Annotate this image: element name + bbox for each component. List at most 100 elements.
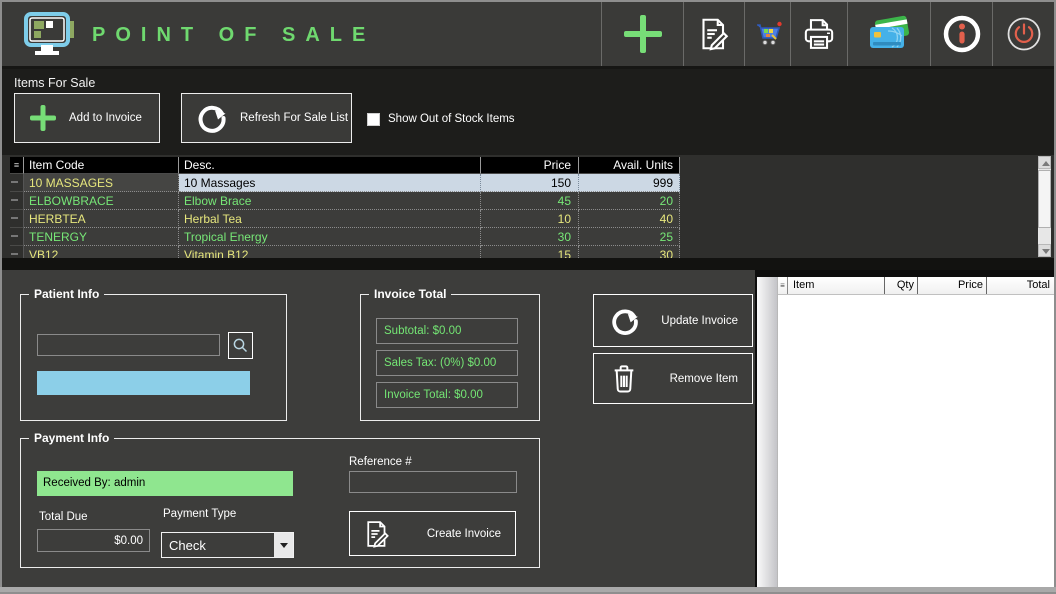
table-row[interactable]: HERBTEA Herbal Tea 10 40	[10, 210, 694, 228]
cell-price: 45	[481, 192, 579, 210]
cell-desc: Elbow Brace	[179, 192, 481, 210]
cell-price: 30	[481, 228, 579, 246]
printer-icon	[800, 15, 838, 53]
refresh-for-sale-list-button[interactable]: Refresh For Sale List	[181, 93, 352, 143]
header-bar: POINT OF SALE	[2, 2, 1054, 66]
cell-desc: Tropical Energy	[179, 228, 481, 246]
scroll-down-arrow-icon[interactable]	[1038, 244, 1051, 257]
items-for-sale-label: Items For Sale	[14, 76, 95, 90]
cell-units: 30	[579, 246, 680, 258]
cell-item-code: TENERGY	[24, 228, 179, 246]
pos-monitor-logo-icon	[24, 12, 76, 58]
col-header-price[interactable]: Price	[918, 277, 987, 294]
info-button[interactable]	[930, 2, 992, 66]
invoice-items-header: ≡ Item Qty Price Total	[778, 277, 1054, 295]
show-out-of-stock-label: Show Out of Stock Items	[388, 113, 515, 125]
section-divider	[2, 258, 1054, 270]
col-header-item[interactable]: Item	[788, 277, 885, 294]
cell-desc: 10 Massages	[179, 174, 481, 192]
table-scrollbar[interactable]	[1038, 156, 1051, 257]
update-invoice-button[interactable]: Update Invoice	[593, 294, 753, 347]
create-invoice-icon	[362, 519, 392, 549]
invoice-items-panel: ≡ Item Qty Price Total	[755, 270, 1054, 588]
total-due-field	[37, 529, 150, 552]
refresh-icon	[608, 304, 642, 338]
cell-price: 150	[481, 174, 579, 192]
row-selector-header[interactable]: ≡	[10, 157, 24, 174]
payment-cards-button[interactable]	[847, 2, 930, 66]
cell-desc: Herbal Tea	[179, 210, 481, 228]
create-invoice-button[interactable]: Create Invoice	[349, 511, 516, 556]
plus-icon	[620, 11, 666, 57]
create-invoice-label: Create Invoice	[427, 528, 501, 540]
update-invoice-label: Update Invoice	[661, 315, 738, 327]
cell-item-code: 10 MASSAGES	[24, 174, 179, 192]
add-to-invoice-button[interactable]: Add to Invoice	[14, 93, 160, 143]
exit-button[interactable]	[992, 2, 1054, 66]
table-row[interactable]: VB12 Vitamin B12 15 30	[10, 246, 694, 258]
add-to-invoice-label: Add to Invoice	[69, 112, 142, 124]
search-icon	[232, 337, 249, 354]
table-row[interactable]: 10 MASSAGES 10 Massages 150 999	[10, 174, 694, 192]
total-due-label: Total Due	[39, 511, 88, 523]
refresh-for-sale-list-label: Refresh For Sale List	[240, 112, 348, 124]
scrollbar-thumb[interactable]	[1038, 170, 1051, 228]
cell-item-code: ELBOWBRACE	[24, 192, 179, 210]
dropdown-arrow-button[interactable]	[274, 533, 293, 557]
patient-search-input[interactable]	[37, 334, 220, 356]
power-icon	[1004, 14, 1044, 54]
credit-cards-icon	[864, 14, 914, 54]
refresh-icon	[194, 100, 230, 136]
col-header-qty[interactable]: Qty	[885, 277, 918, 294]
row-selector-header: ≡	[778, 277, 788, 294]
invoice-total-legend: Invoice Total	[369, 287, 451, 301]
patient-info-group: Patient Info	[20, 294, 287, 421]
sales-tax-field: Sales Tax: (0%) $0.00	[376, 350, 518, 376]
shopping-cart-button[interactable]	[744, 2, 790, 66]
edit-invoice-icon	[696, 16, 732, 52]
invoice-total-group: Invoice Total Subtotal: $0.00 Sales Tax:…	[360, 294, 540, 421]
app-title: POINT OF SALE	[92, 24, 375, 47]
trash-icon	[608, 363, 640, 395]
received-by-field: Received By: admin	[37, 471, 293, 496]
cell-units: 20	[579, 192, 680, 210]
info-icon	[941, 13, 983, 55]
checkout-panel: Patient Info Invoice Total Subtotal: $0.…	[2, 270, 755, 588]
table-row[interactable]: ELBOWBRACE Elbow Brace 45 20	[10, 192, 694, 210]
shopping-cart-icon	[753, 19, 783, 49]
window-bottom-border	[0, 587, 1056, 592]
cell-item-code: HERBTEA	[24, 210, 179, 228]
items-for-sale-table: ≡ Item Code Desc. Price Avail. Units 10 …	[2, 155, 1054, 258]
edit-invoice-button[interactable]	[683, 2, 744, 66]
show-out-of-stock-checkbox[interactable]	[367, 113, 380, 126]
cell-item-code: VB12	[24, 246, 179, 258]
print-button[interactable]	[790, 2, 847, 66]
col-header-item-code[interactable]: Item Code	[24, 157, 179, 174]
reference-input[interactable]	[349, 471, 517, 493]
cell-desc: Vitamin B12	[179, 246, 481, 258]
cell-price: 10	[481, 210, 579, 228]
col-header-desc[interactable]: Desc.	[179, 157, 481, 174]
cell-units: 25	[579, 228, 680, 246]
invoice-row-selector-column	[757, 277, 778, 588]
cell-units: 999	[579, 174, 680, 192]
patient-search-button[interactable]	[228, 332, 253, 359]
patient-name-field	[37, 371, 250, 395]
payment-info-legend: Payment Info	[29, 431, 114, 445]
payment-type-dropdown[interactable]: Check	[161, 532, 294, 558]
subtotal-field: Subtotal: $0.00	[376, 318, 518, 344]
col-header-total[interactable]: Total	[987, 277, 1054, 294]
payment-type-label: Payment Type	[163, 508, 236, 520]
table-row[interactable]: TENERGY Tropical Energy 30 25	[10, 228, 694, 246]
cell-price: 15	[481, 246, 579, 258]
remove-item-button[interactable]: Remove Item	[593, 353, 753, 404]
col-header-avail-units[interactable]: Avail. Units	[579, 157, 680, 174]
items-table-header: ≡ Item Code Desc. Price Avail. Units	[10, 157, 694, 174]
scroll-up-arrow-icon[interactable]	[1038, 156, 1051, 169]
reference-label: Reference #	[349, 456, 412, 468]
new-sale-button[interactable]	[601, 2, 683, 66]
remove-item-label: Remove Item	[670, 373, 738, 385]
payment-info-group: Payment Info Received By: admin Total Du…	[20, 438, 540, 568]
items-for-sale-panel: Items For Sale Add to Invoice Refresh Fo…	[2, 69, 1054, 155]
col-header-price[interactable]: Price	[481, 157, 579, 174]
